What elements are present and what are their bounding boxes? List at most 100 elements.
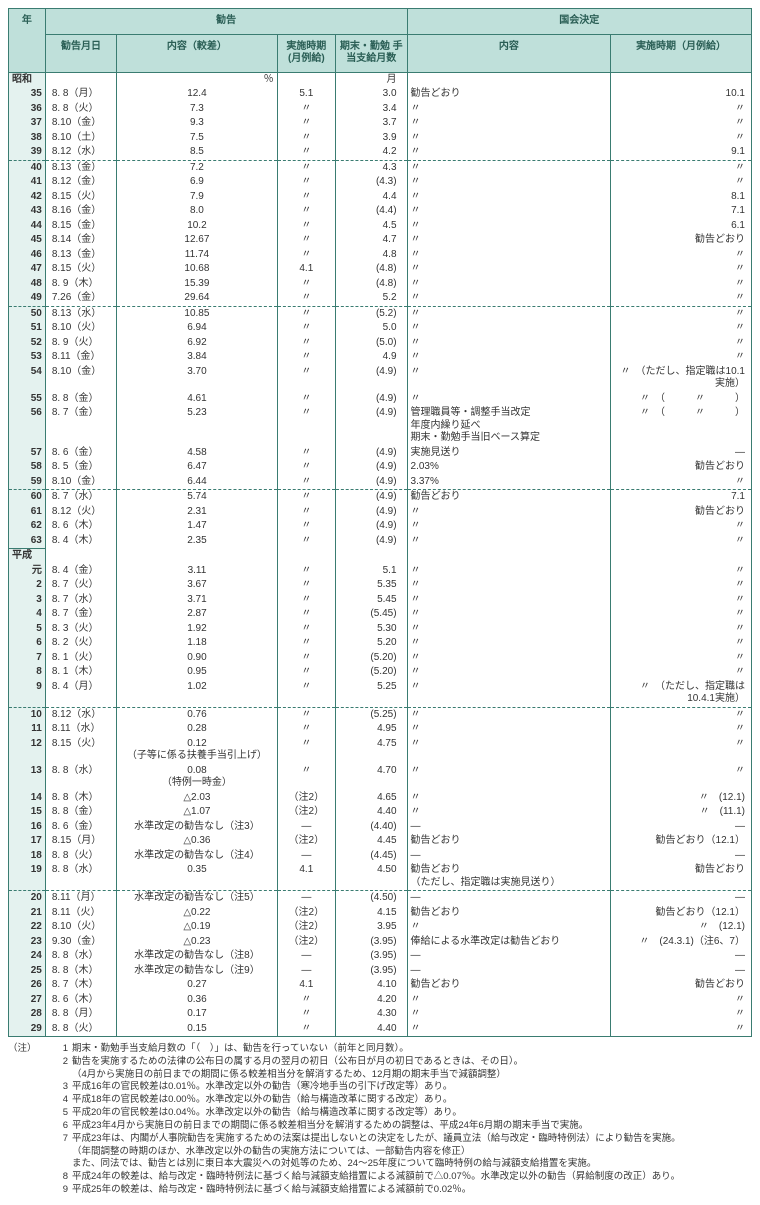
rec-gap: 4.58 bbox=[117, 446, 277, 461]
diet-content: 〃 bbox=[407, 248, 611, 263]
diet-content: 〃 bbox=[407, 680, 611, 708]
rec-impl: 〃 bbox=[277, 219, 335, 234]
diet-impl: 〃 bbox=[611, 622, 752, 637]
diet-content: 俸給による水準改定は勧告どおり bbox=[407, 935, 611, 950]
rec-impl: 〃 bbox=[277, 406, 335, 446]
rec-gap: 8.0 bbox=[117, 204, 277, 219]
recommendation-table: 年 勧告 国会決定 勧告月日 内容（較差） 実施時期 (月例給) 期末・勤勉 手… bbox=[8, 8, 752, 1037]
diet-content: 〃 bbox=[407, 204, 611, 219]
rec-months: (4.50) bbox=[336, 891, 407, 906]
rec-date: 8. 4（金） bbox=[45, 564, 116, 579]
diet-content: 〃 bbox=[407, 291, 611, 306]
rec-date: 8. 3（火） bbox=[45, 622, 116, 637]
rec-impl: 〃 bbox=[277, 607, 335, 622]
col-rec-months: 期末・勤勉 手当支給月数 bbox=[336, 34, 407, 72]
cell bbox=[407, 549, 611, 564]
diet-content: 〃 bbox=[407, 1007, 611, 1022]
rec-months: 4.7 bbox=[336, 233, 407, 248]
year: 5 bbox=[9, 622, 46, 637]
year: 43 bbox=[9, 204, 46, 219]
rec-impl: 〃 bbox=[277, 277, 335, 292]
diet-content: 勧告どおり bbox=[407, 906, 611, 921]
diet-impl: — bbox=[611, 446, 752, 461]
rec-gap: 15.39 bbox=[117, 277, 277, 292]
diet-content: — bbox=[407, 949, 611, 964]
rec-impl: 〃 bbox=[277, 564, 335, 579]
rec-gap: 3.67 bbox=[117, 578, 277, 593]
rec-date: 9.30（金） bbox=[45, 935, 116, 950]
diet-content: 〃 bbox=[407, 993, 611, 1008]
rec-impl: 〃 bbox=[277, 392, 335, 407]
diet-content: 〃 bbox=[407, 102, 611, 117]
rec-gap: 2.87 bbox=[117, 607, 277, 622]
diet-content: 〃 bbox=[407, 722, 611, 737]
rec-gap: 3.70 bbox=[117, 365, 277, 392]
diet-impl: — bbox=[611, 849, 752, 864]
diet-content: — bbox=[407, 849, 611, 864]
cell bbox=[336, 549, 407, 564]
rec-impl: 〃 bbox=[277, 145, 335, 160]
rec-gap: 29.64 bbox=[117, 291, 277, 306]
cell bbox=[45, 72, 116, 87]
rec-date: 8. 8（水） bbox=[45, 764, 116, 791]
rec-impl: 〃 bbox=[277, 593, 335, 608]
year: 39 bbox=[9, 145, 46, 160]
rec-months: (4.9) bbox=[336, 365, 407, 392]
diet-impl: 〃 (24.3.1)（注6、7） bbox=[611, 935, 752, 950]
year: 20 bbox=[9, 891, 46, 906]
rec-date: 8.13（金） bbox=[45, 160, 116, 175]
footnote: 2勧告を実施するための法律の公布日の属する月の翌月の初日（公布日が月の初日である… bbox=[8, 1056, 752, 1082]
year: 27 bbox=[9, 993, 46, 1008]
diet-content: 〃 bbox=[407, 593, 611, 608]
diet-impl: 〃 bbox=[611, 102, 752, 117]
rec-gap: 0.95 bbox=[117, 665, 277, 680]
rec-months: (4.9) bbox=[336, 406, 407, 446]
rec-gap: 水準改定の勧告なし（注5） bbox=[117, 891, 277, 906]
diet-impl: — bbox=[611, 891, 752, 906]
year: 19 bbox=[9, 863, 46, 891]
rec-months: 4.4 bbox=[336, 190, 407, 205]
rec-gap: 12.4 bbox=[117, 87, 277, 102]
rec-date: 8.10（金） bbox=[45, 365, 116, 392]
rec-impl: 〃 bbox=[277, 490, 335, 505]
diet-impl: — bbox=[611, 949, 752, 964]
diet-content: 〃 bbox=[407, 306, 611, 321]
rec-impl: 〃 bbox=[277, 665, 335, 680]
rec-gap: 0.28 bbox=[117, 722, 277, 737]
year: 25 bbox=[9, 964, 46, 979]
diet-content: 管理職員等・調整手当改定年度内繰り延べ期末・勤勉手当旧ベース算定 bbox=[407, 406, 611, 446]
year: 17 bbox=[9, 834, 46, 849]
rec-date: 8. 8（月） bbox=[45, 87, 116, 102]
footnote: 8平成24年の較差は、給与改定・臨時特例法に基づく給与減額支給措置による減額前で… bbox=[8, 1171, 752, 1184]
rec-gap: 4.61 bbox=[117, 392, 277, 407]
rec-date: 8. 6（木） bbox=[45, 993, 116, 1008]
rec-impl: 〃 bbox=[277, 306, 335, 321]
rec-impl: （注2） bbox=[277, 834, 335, 849]
rec-impl: — bbox=[277, 964, 335, 979]
rec-date: 8.13（水） bbox=[45, 306, 116, 321]
diet-impl: 〃 （ただし、指定職は10.4.1実施） bbox=[611, 680, 752, 708]
footnote: 6平成23年4月から実施日の前日までの期間に係る較差相当分を解消するための調整は… bbox=[8, 1120, 752, 1133]
diet-impl: 〃 bbox=[611, 651, 752, 666]
diet-impl: 〃 (12.1) bbox=[611, 791, 752, 806]
year: 21 bbox=[9, 906, 46, 921]
diet-content: 〃 bbox=[407, 665, 611, 680]
diet-content: 2.03% bbox=[407, 460, 611, 475]
diet-impl: 勧告どおり bbox=[611, 978, 752, 993]
diet-content: 3.37% bbox=[407, 475, 611, 490]
rec-months: 4.75 bbox=[336, 737, 407, 764]
diet-content: — bbox=[407, 964, 611, 979]
diet-impl: 〃 bbox=[611, 1007, 752, 1022]
cell bbox=[611, 549, 752, 564]
diet-impl: 勧告どおり（12.1） bbox=[611, 834, 752, 849]
diet-content: 勧告どおり（ただし、指定職は実施見送り） bbox=[407, 863, 611, 891]
rec-date: 8. 2（火） bbox=[45, 636, 116, 651]
cell bbox=[407, 72, 611, 87]
diet-content: 〃 bbox=[407, 578, 611, 593]
rec-months: (4.8) bbox=[336, 262, 407, 277]
rec-impl: 〃 bbox=[277, 233, 335, 248]
rec-date: 8.12（水） bbox=[45, 145, 116, 160]
rec-date: 8. 4（木） bbox=[45, 534, 116, 549]
rec-gap: 3.84 bbox=[117, 350, 277, 365]
diet-content: 〃 bbox=[407, 920, 611, 935]
